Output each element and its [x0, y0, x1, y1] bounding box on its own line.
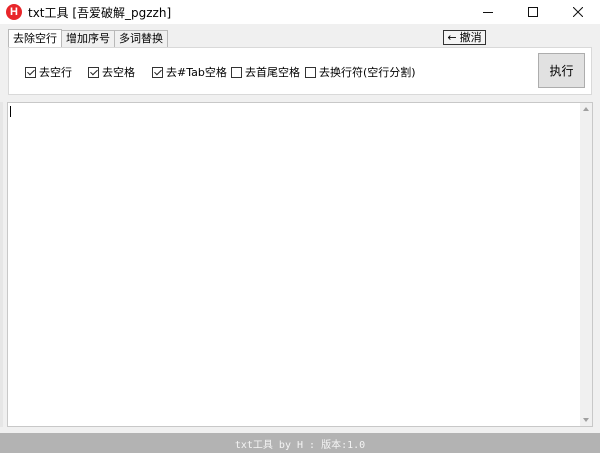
tab-strip: 去除空行 增加序号 多词替换: [8, 29, 168, 47]
maximize-button[interactable]: [510, 0, 555, 24]
scroll-up-icon[interactable]: [583, 107, 589, 111]
tab-add-numbers[interactable]: 增加序号: [61, 30, 115, 47]
option-label: 去#Tab空格: [166, 66, 227, 79]
option-remove-newlines[interactable]: 去换行符(空行分割): [305, 64, 416, 80]
option-label: 去首尾空格: [245, 66, 300, 79]
text-editor[interactable]: [7, 102, 593, 427]
undo-button[interactable]: ← 撤消: [443, 30, 486, 45]
window-title: txt工具 [吾爱破解_pgzzh]: [28, 5, 172, 20]
checkbox[interactable]: [231, 66, 242, 78]
left-edge: [0, 102, 3, 427]
tab-multi-replace[interactable]: 多词替换: [114, 30, 168, 47]
title-bar: H txt工具 [吾爱破解_pgzzh]: [0, 0, 600, 24]
option-label: 去空格: [102, 66, 135, 79]
execute-button[interactable]: 执行: [538, 53, 585, 88]
window-controls: [465, 0, 600, 24]
close-icon: [572, 7, 583, 17]
tab-remove-blank-lines[interactable]: 去除空行: [8, 29, 62, 47]
option-label: 去空行: [39, 66, 72, 79]
checkbox[interactable]: [25, 66, 36, 78]
close-button[interactable]: [555, 0, 600, 24]
app-icon: H: [6, 4, 22, 20]
minimize-button[interactable]: [465, 0, 510, 24]
status-text: txt工具 by H : 版本:1.0: [234, 439, 366, 451]
text-caret: [10, 106, 11, 117]
arrow-left-icon: ←: [447, 31, 457, 44]
vertical-scrollbar[interactable]: [580, 103, 592, 426]
maximize-icon: [527, 7, 538, 17]
minimize-icon: [482, 12, 493, 13]
option-remove-tab-spaces[interactable]: 去#Tab空格: [152, 64, 227, 80]
checkbox[interactable]: [152, 66, 163, 78]
checkbox[interactable]: [88, 66, 99, 78]
checkbox[interactable]: [305, 66, 316, 78]
option-remove-spaces[interactable]: 去空格: [88, 64, 135, 80]
option-trim-spaces[interactable]: 去首尾空格: [231, 64, 300, 80]
option-remove-blank-lines[interactable]: 去空行: [25, 64, 72, 80]
options-panel: 去空行 去空格 去#Tab空格 去首尾空格 去换行符(空行分割): [8, 47, 592, 95]
option-label: 去换行符(空行分割): [319, 66, 416, 79]
undo-button-label: 撤消: [459, 31, 482, 44]
status-bar: txt工具 by H : 版本:1.0: [0, 433, 600, 453]
scroll-down-icon[interactable]: [583, 418, 589, 422]
